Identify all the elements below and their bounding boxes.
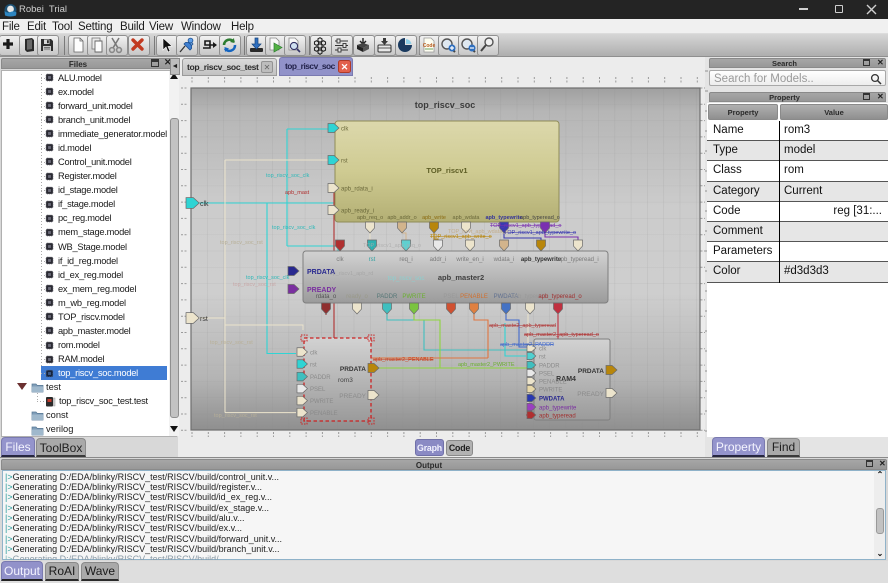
- svg-text:ready_o: ready_o: [346, 294, 368, 300]
- svg-text:rst: rst: [200, 316, 208, 323]
- svg-text:apb_master2: apb_master2: [438, 273, 484, 282]
- svg-text:top_riscv1_apb_rd: top_riscv1_apb_rd: [328, 271, 373, 277]
- svg-text:apb_mast: apb_mast: [285, 190, 310, 196]
- svg-text:rdata_o: rdata_o: [316, 294, 337, 300]
- svg-text:TOP_riscv1_apb_typewrite_o: TOP_riscv1_apb_typewrite_o: [504, 230, 576, 236]
- svg-text:apb_typewrite: apb_typewrite: [539, 406, 577, 412]
- svg-text:Code: Code: [423, 43, 436, 49]
- svg-text:wdata_i: wdata_i: [493, 257, 515, 263]
- svg-text:PADDR: PADDR: [310, 375, 331, 381]
- svg-text:apb_rdata_i: apb_rdata_i: [341, 187, 373, 193]
- svg-text:apb_typeread_o: apb_typeread_o: [520, 215, 560, 221]
- svg-text:apb_master2_PWRITE: apb_master2_PWRITE: [458, 362, 515, 368]
- svg-text:apb_addr_o: apb_addr_o: [387, 215, 416, 221]
- svg-text:PADDR: PADDR: [539, 364, 560, 370]
- svg-text:top_riscv_soc_clk: top_riscv_soc_clk: [266, 173, 310, 179]
- svg-text:apb_maste2_apb_typeread: apb_maste2_apb_typeread: [489, 323, 556, 329]
- svg-text:PWRITE: PWRITE: [310, 399, 333, 405]
- svg-text:PENABLE: PENABLE: [539, 380, 567, 386]
- svg-text:top_riscv_soc_clk: top_riscv_soc_clk: [272, 225, 316, 231]
- svg-text:clk: clk: [336, 257, 344, 263]
- svg-text:apb_master2_apb_typeread_o: apb_master2_apb_typeread_o: [524, 332, 599, 338]
- svg-text:rst: rst: [539, 355, 546, 361]
- svg-text:apb_wdata: apb_wdata: [453, 215, 481, 221]
- svg-text:top_riscv_soc_rst: top_riscv_soc_rst: [214, 413, 257, 419]
- svg-text:apb_typeread_i: apb_typeread_i: [557, 257, 598, 263]
- svg-text:PWRITE: PWRITE: [539, 388, 562, 394]
- svg-text:TOP_ncvt_apb_wdata_o: TOP_ncvt_apb_wdata_o: [448, 229, 508, 235]
- svg-text:PWDATA: PWDATA: [539, 397, 565, 403]
- svg-text:top_riscv_soc: top_riscv_soc: [388, 276, 425, 282]
- svg-text:PADDR: PADDR: [377, 294, 398, 300]
- svg-text:PREADY: PREADY: [339, 393, 366, 400]
- svg-text:apb_ready_i: apb_ready_i: [341, 209, 374, 215]
- svg-text:apb_typeread: apb_typeread: [539, 414, 576, 420]
- svg-text:top_riscv_soc_rst: top_riscv_soc_rst: [233, 282, 276, 288]
- svg-text:apb_req_o: apb_req_o: [357, 215, 383, 221]
- svg-text:PENABLE: PENABLE: [460, 294, 488, 300]
- svg-text:apb_typewrite: apb_typewrite: [521, 257, 562, 263]
- svg-text:req_i: req_i: [399, 257, 412, 263]
- svg-text:rst: rst: [369, 257, 376, 263]
- svg-text:top_riscv_soc_clk: top_riscv_soc_clk: [246, 275, 290, 281]
- svg-text:apb_typewrite: apb_typewrite: [486, 215, 523, 221]
- svg-text:PRDATA: PRDATA: [340, 366, 366, 373]
- svg-text:top_riscv_soc_rst: top_riscv_soc_rst: [210, 340, 253, 346]
- svg-text:PREADY: PREADY: [577, 391, 604, 398]
- svg-text:TOP_riscv1_apb_req_o: TOP_riscv1_apb_req_o: [363, 243, 421, 249]
- svg-text:top_riscv_soc: top_riscv_soc: [415, 100, 476, 110]
- svg-text:PSEL: PSEL: [310, 387, 326, 393]
- svg-text:rst: rst: [310, 363, 317, 369]
- svg-text:top_riscv_soc_rst: top_riscv_soc_rst: [220, 240, 263, 246]
- svg-text:apb_write: apb_write: [422, 215, 446, 221]
- svg-text:TOP_riscv1: TOP_riscv1: [426, 166, 467, 175]
- svg-text:PWRITE: PWRITE: [402, 294, 425, 300]
- svg-text:PRDATA: PRDATA: [578, 368, 604, 375]
- svg-text:clk: clk: [310, 351, 318, 357]
- svg-text:write_en_i: write_en_i: [455, 257, 483, 263]
- svg-text:clk: clk: [200, 201, 209, 208]
- svg-text:rom3: rom3: [338, 377, 353, 384]
- svg-text:PSEL: PSEL: [539, 372, 555, 378]
- svg-text:PENABLE: PENABLE: [310, 411, 338, 417]
- svg-text:apb_master2_PADDR: apb_master2_PADDR: [500, 342, 554, 348]
- svg-text:PSEL: PSEL: [443, 294, 459, 300]
- svg-text:apb_typeread_o: apb_typeread_o: [538, 294, 582, 300]
- svg-text:apb_master2_PENABLE: apb_master2_PENABLE: [373, 357, 434, 363]
- svg-text:clk: clk: [341, 127, 349, 133]
- svg-text:addr_i: addr_i: [430, 257, 447, 263]
- svg-text:rst: rst: [341, 159, 348, 165]
- svg-text:PREADY: PREADY: [307, 287, 337, 294]
